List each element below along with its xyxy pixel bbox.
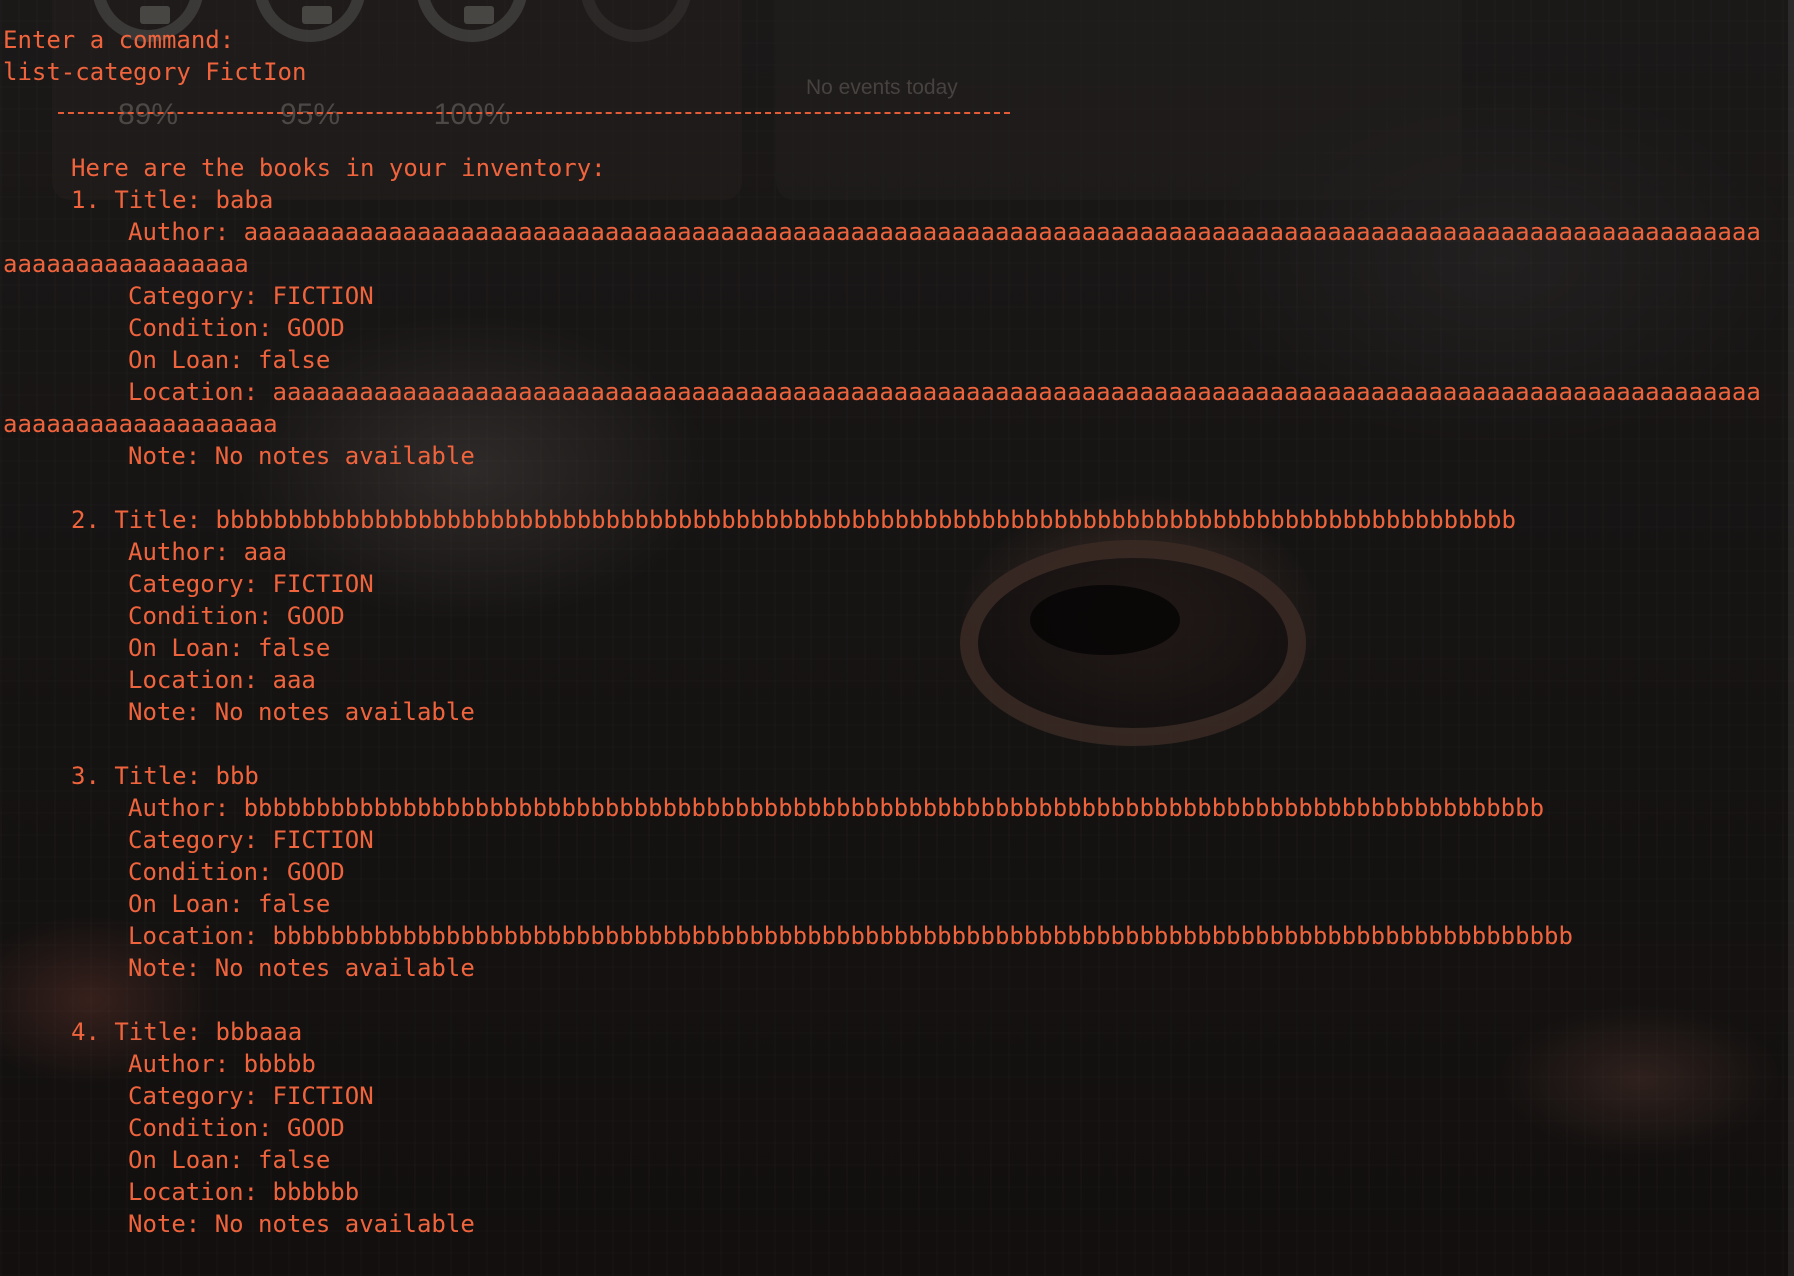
book-author: Author: aaa	[128, 538, 287, 566]
book-title: 4. Title: bbbaaa	[71, 1018, 303, 1046]
book-location: Location: aaa	[128, 666, 316, 694]
book-on-loan: On Loan: false	[128, 634, 331, 662]
book-author: Author: aaaaaaaaaaaaaaaaaaaaaaaaaaaaaaaa…	[128, 218, 1761, 246]
book-on-loan: On Loan: false	[128, 1146, 331, 1174]
book-condition: Condition: GOOD	[128, 314, 345, 342]
inventory-header: Here are the books in your inventory:	[71, 154, 606, 182]
command-input-line[interactable]: list-category FictIon	[3, 56, 306, 88]
window-edge	[1788, 0, 1794, 1276]
book-category: Category: FICTION	[128, 282, 374, 310]
book-category: Category: FICTION	[128, 826, 374, 854]
book-category: Category: FICTION	[128, 570, 374, 598]
book-title: 1. Title: baba	[71, 186, 274, 214]
book-note: Note: No notes available	[128, 442, 475, 470]
separator-line	[58, 112, 1010, 114]
book-author: Author: bbbbb	[128, 1050, 316, 1078]
book-location: Location: bbbbbbbbbbbbbbbbbbbbbbbbbbbbbb…	[128, 922, 1573, 950]
command-prompt: Enter a command:	[3, 26, 235, 54]
book-note: Note: No notes available	[128, 954, 475, 982]
book-category: Category: FICTION	[128, 1082, 374, 1110]
terminal-output[interactable]: Enter a command: list-category FictIon H…	[0, 0, 1794, 1276]
terminal-screen: 89% 95% 100% No events today Enter a com…	[0, 0, 1794, 1276]
book-location: Location: aaaaaaaaaaaaaaaaaaaaaaaaaaaaaa…	[128, 378, 1761, 406]
book-note: Note: No notes available	[128, 1210, 475, 1238]
book-on-loan: On Loan: false	[128, 890, 331, 918]
book-author: Author: bbbbbbbbbbbbbbbbbbbbbbbbbbbbbbbb…	[128, 794, 1545, 822]
book-location: Location: bbbbbb	[128, 1178, 360, 1206]
book-condition: Condition: GOOD	[128, 858, 345, 886]
book-title: 3. Title: bbb	[71, 762, 259, 790]
book-condition: Condition: GOOD	[128, 1114, 345, 1142]
book-note: Note: No notes available	[128, 698, 475, 726]
book-author-wrap: aaaaaaaaaaaaaaaaa	[3, 250, 249, 278]
book-condition: Condition: GOOD	[128, 602, 345, 630]
book-on-loan: On Loan: false	[128, 346, 331, 374]
book-title: 2. Title: bbbbbbbbbbbbbbbbbbbbbbbbbbbbbb…	[71, 506, 1516, 534]
book-location-wrap: aaaaaaaaaaaaaaaaaaa	[3, 410, 278, 438]
